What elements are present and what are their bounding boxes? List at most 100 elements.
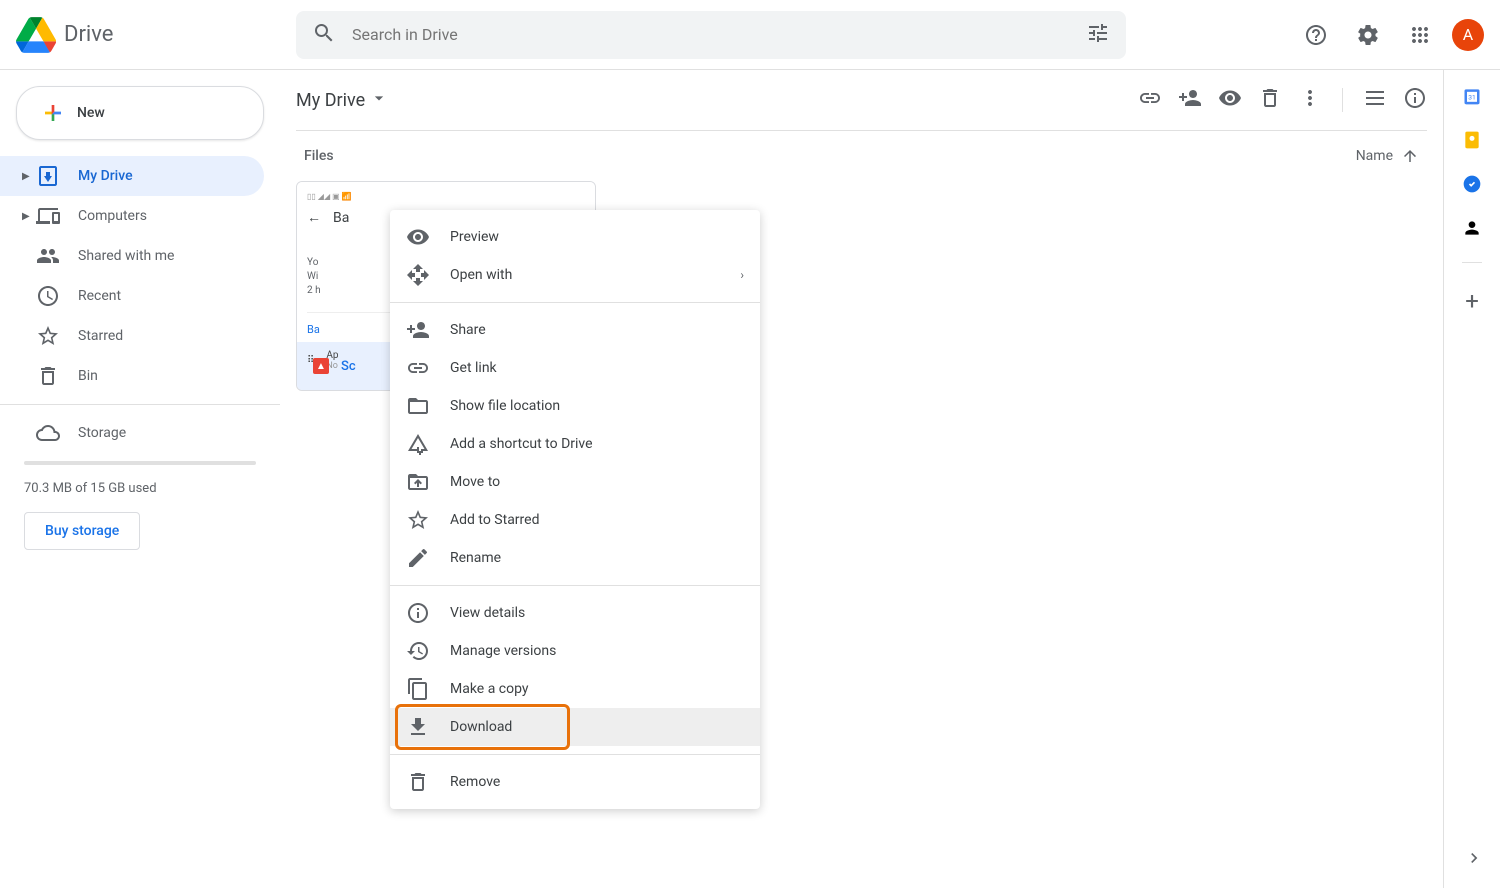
divider xyxy=(0,404,280,405)
add-icon[interactable]: + xyxy=(1465,287,1479,315)
menu-label: Get link xyxy=(450,360,497,376)
menu-label: Open with xyxy=(450,267,512,283)
menu-label: Show file location xyxy=(450,398,560,414)
tune-icon[interactable] xyxy=(1086,21,1110,49)
star-icon xyxy=(36,324,60,348)
person-add-icon[interactable] xyxy=(1178,86,1202,114)
menu-label: Manage versions xyxy=(450,643,556,659)
avatar[interactable]: A xyxy=(1452,19,1484,51)
link-icon[interactable] xyxy=(1138,86,1162,114)
keep-icon[interactable] xyxy=(1462,130,1482,150)
edit-icon xyxy=(406,546,430,570)
sort-control[interactable]: Name xyxy=(1356,147,1419,165)
new-button[interactable]: New xyxy=(16,86,264,140)
link-icon xyxy=(406,356,430,380)
menu-label: Remove xyxy=(450,774,500,790)
menu-view-details[interactable]: View details xyxy=(390,594,760,632)
help-icon[interactable] xyxy=(1296,15,1336,55)
back-arrow-icon: ← xyxy=(307,209,321,226)
trash-icon[interactable] xyxy=(1258,86,1282,114)
divider xyxy=(390,754,760,755)
menu-open-with[interactable]: Open with › xyxy=(390,256,760,294)
menu-move-to[interactable]: Move to xyxy=(390,463,760,501)
people-icon xyxy=(36,244,60,268)
contacts-icon[interactable] xyxy=(1462,218,1482,238)
thumb-back-label: Ba xyxy=(333,210,349,226)
image-file-icon: ▲ xyxy=(313,358,329,374)
menu-preview[interactable]: Preview xyxy=(390,218,760,256)
sidebar-item-computers[interactable]: ▶ Computers xyxy=(0,196,264,236)
eye-icon[interactable] xyxy=(1218,86,1242,114)
menu-label: Download xyxy=(450,719,512,735)
shortcut-icon xyxy=(406,432,430,456)
info-icon[interactable] xyxy=(1403,86,1427,114)
logo-section[interactable]: Drive xyxy=(16,15,296,55)
folder-icon xyxy=(406,394,430,418)
chevron-right-icon: ▶ xyxy=(22,171,34,182)
menu-label: Move to xyxy=(450,474,500,490)
file-name: Sc xyxy=(341,359,356,374)
breadcrumb-label: My Drive xyxy=(296,90,365,111)
chevron-right-icon: › xyxy=(740,268,744,282)
trash-icon xyxy=(406,770,430,794)
app-header: Drive A xyxy=(0,0,1500,70)
download-icon xyxy=(406,715,430,739)
menu-add-starred[interactable]: Add to Starred xyxy=(390,501,760,539)
move-icon xyxy=(406,470,430,494)
more-vert-icon[interactable] xyxy=(1298,86,1322,114)
chevron-right-icon: ▶ xyxy=(22,211,34,222)
content-header: My Drive xyxy=(296,70,1427,130)
history-icon xyxy=(406,639,430,663)
settings-icon[interactable] xyxy=(1348,15,1388,55)
plus-icon xyxy=(41,101,65,125)
search-input[interactable] xyxy=(352,25,1086,44)
star-icon xyxy=(406,508,430,532)
cloud-icon xyxy=(36,421,60,445)
list-view-icon[interactable] xyxy=(1363,86,1387,114)
sidebar-item-label: Starred xyxy=(78,328,123,344)
storage-label: Storage xyxy=(78,425,126,441)
menu-share[interactable]: Share xyxy=(390,311,760,349)
person-add-icon xyxy=(406,318,430,342)
sidebar-item-label: Computers xyxy=(78,208,147,224)
calendar-icon[interactable]: 31 xyxy=(1462,86,1482,106)
menu-show-location[interactable]: Show file location xyxy=(390,387,760,425)
clock-icon xyxy=(36,284,60,308)
arrow-up-icon xyxy=(1401,147,1419,165)
drive-logo-icon xyxy=(16,15,56,55)
header-actions: A xyxy=(1256,15,1484,55)
breadcrumb[interactable]: My Drive xyxy=(296,88,389,113)
menu-remove[interactable]: Remove xyxy=(390,763,760,801)
menu-manage-versions[interactable]: Manage versions xyxy=(390,632,760,670)
chevron-down-icon xyxy=(369,88,389,113)
menu-get-link[interactable]: Get link xyxy=(390,349,760,387)
buy-storage-button[interactable]: Buy storage xyxy=(24,512,140,550)
sidebar-item-label: Bin xyxy=(78,368,98,384)
sidebar-item-label: Shared with me xyxy=(78,248,174,264)
sidebar-item-my-drive[interactable]: ▶ My Drive xyxy=(0,156,264,196)
menu-download[interactable]: Download xyxy=(390,708,760,746)
context-menu: Preview Open with › Share Get link Show … xyxy=(390,210,760,809)
sidebar-item-starred[interactable]: Starred xyxy=(0,316,264,356)
expand-rail-icon[interactable] xyxy=(1464,848,1484,872)
storage-bar xyxy=(24,461,256,465)
apps-grid-icon[interactable] xyxy=(1400,15,1440,55)
sidebar-item-recent[interactable]: Recent xyxy=(0,276,264,316)
tasks-icon[interactable] xyxy=(1462,174,1482,194)
logo-text: Drive xyxy=(64,22,113,47)
sidebar: New ▶ My Drive ▶ Computers Shared with m… xyxy=(0,70,280,888)
copy-icon xyxy=(406,677,430,701)
info-icon xyxy=(406,601,430,625)
drive-icon xyxy=(36,164,60,188)
sidebar-item-shared[interactable]: Shared with me xyxy=(0,236,264,276)
sidebar-item-bin[interactable]: Bin xyxy=(0,356,264,396)
menu-make-copy[interactable]: Make a copy xyxy=(390,670,760,708)
sort-label: Name xyxy=(1356,148,1393,164)
divider xyxy=(1342,88,1343,112)
menu-rename[interactable]: Rename xyxy=(390,539,760,577)
right-rail: 31 + xyxy=(1444,70,1500,888)
sidebar-item-storage[interactable]: Storage xyxy=(0,413,264,453)
search-bar[interactable] xyxy=(296,11,1126,59)
menu-add-shortcut[interactable]: Add a shortcut to Drive xyxy=(390,425,760,463)
sidebar-item-label: Recent xyxy=(78,288,121,304)
